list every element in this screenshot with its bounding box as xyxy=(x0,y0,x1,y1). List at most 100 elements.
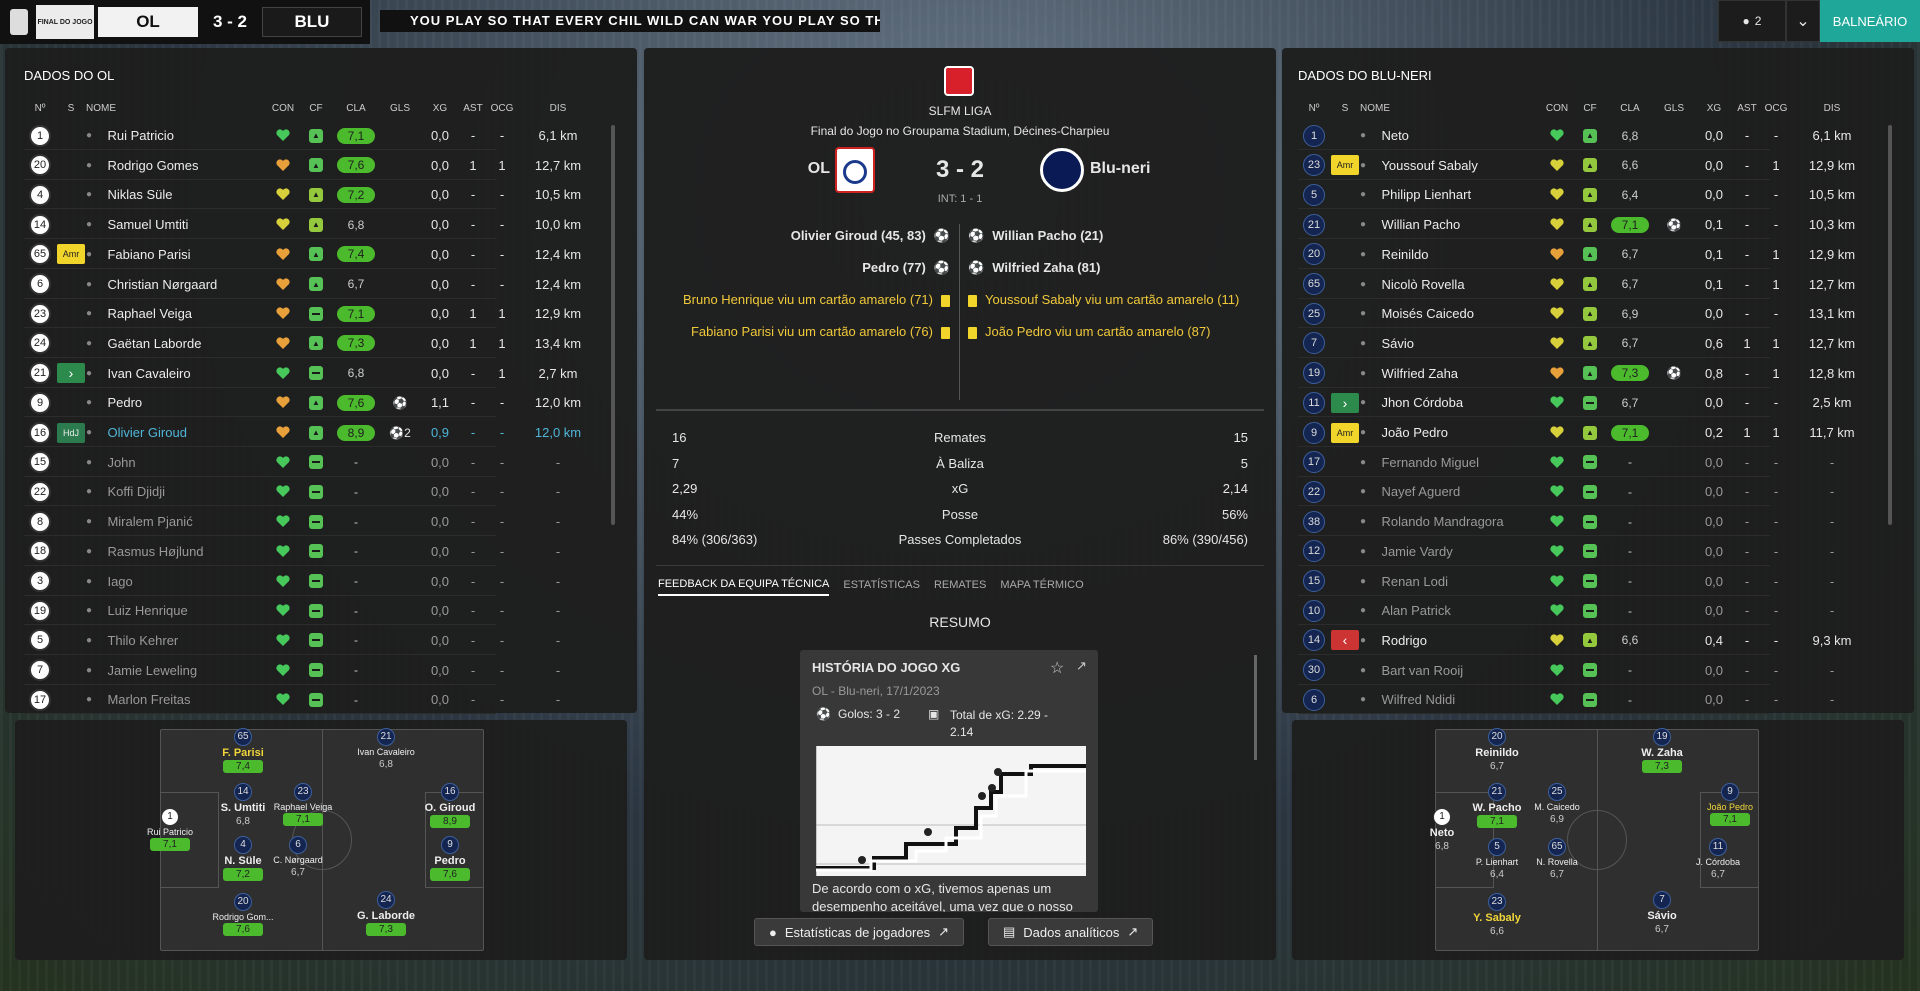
player-row[interactable]: 8 ● Miralem Pjanić - 0,0 - - - xyxy=(24,508,560,537)
thumbs-up-icon: ▲ xyxy=(309,395,323,410)
formation-player[interactable]: 7 Sávio 6,7 xyxy=(1612,891,1712,936)
player-row[interactable]: 22 ● Nayef Aguerd - 0,0 - - - xyxy=(1298,478,1834,507)
player-row[interactable]: 6 ● Wilfred Ndidi - 0,0 - - - xyxy=(1298,686,1834,715)
player-row[interactable]: 19 ● Wilfried Zaha ▲ 7,3 ⚽ 0,8 - 1 12,8 km xyxy=(1298,360,1855,388)
player-row[interactable]: 65 ● Nicolò Rovella ▲ 6,7 0,1 - 1 12,7 km xyxy=(1298,271,1855,299)
tab-2[interactable]: REMATES xyxy=(934,579,986,595)
tab-0[interactable]: FEEDBACK DA EQUIPA TÉCNICA xyxy=(658,578,830,596)
formation-player[interactable]: 6 C. Nørgaard 6,7 xyxy=(248,836,348,879)
heart-icon xyxy=(1550,515,1564,529)
rating-cell: - xyxy=(332,632,380,648)
player-name: Pedro xyxy=(107,395,143,411)
formation-player[interactable]: 65 F. Parisi 7,4 xyxy=(193,728,293,773)
player-row[interactable]: 18 ● Rasmus Højlund - 0,0 - - - xyxy=(24,538,560,566)
player-row[interactable]: 9 ● Pedro ▲ 7,6 ⚽ 1,1 - - 12,0 km xyxy=(24,389,581,418)
player-row[interactable]: 23 Amr ● Youssouf Sabaly ▲ 6,6 0,0 - 1 12,9 km xyxy=(1298,152,1855,180)
scrollbar[interactable] xyxy=(1254,655,1257,760)
formation-player[interactable]: 20 Rodrigo Gom... 7,6 xyxy=(193,893,293,936)
player-row[interactable]: 38 ● Rolando Mandragora - 0,0 - - - xyxy=(1298,508,1834,537)
player-row[interactable]: 1 ● Neto ▲ 6,8 0,0 - - 6,1 km xyxy=(1298,122,1852,150)
player-stats-button[interactable]: ● Estatísticas de jogadores ↗ xyxy=(754,918,965,946)
player-row[interactable]: 21 ● Willian Pacho ▲ 7,1 ⚽ 0,1 - - 10,3 km xyxy=(1298,211,1855,240)
player-row[interactable]: 5 ● Philipp Lienhart ▲ 6,4 0,0 - - 10,5 km xyxy=(1298,181,1855,210)
player-row[interactable]: 20 ● Reinildo ▲ 6,7 0,1 - 1 12,9 km xyxy=(1298,241,1855,269)
player-row[interactable]: 25 ● Moisés Caicedo ▲ 6,9 0,0 - - 13,1 km xyxy=(1298,300,1855,329)
rating-cell: - xyxy=(1606,573,1654,589)
ast-cell: 1 xyxy=(1743,425,1751,440)
formation-player[interactable]: 24 G. Laborde 7,3 xyxy=(336,891,436,936)
heart-icon xyxy=(276,633,290,647)
ocg-cell: - xyxy=(1773,454,1779,470)
formation-player[interactable]: 16 O. Giroud 8,9 xyxy=(400,783,500,828)
formation-player[interactable]: 21 Ivan Cavaleiro 6,8 xyxy=(336,728,436,771)
heart-icon xyxy=(276,158,290,172)
dis-cell: 11,7 km xyxy=(1809,425,1855,440)
player-row[interactable]: 5 ● Thilo Kehrer - 0,0 - - - xyxy=(24,627,560,655)
ocg-cell: - xyxy=(499,217,505,233)
formation-player[interactable]: 25 M. Caicedo 6,9 xyxy=(1507,783,1607,826)
player-row[interactable]: 65 Amr ● Fabiano Parisi ▲ 7,4 0,0 - - 12,4 km xyxy=(24,241,581,269)
dropdown-button[interactable]: ⌄ xyxy=(1786,0,1820,42)
shirt-number-badge: 6 xyxy=(289,836,307,854)
formation-player[interactable]: 11 J. Córdoba 6,7 xyxy=(1668,838,1768,881)
person-icon: ● xyxy=(1360,337,1367,349)
formation-player[interactable]: 9 Pedro 7,6 xyxy=(400,836,500,881)
tab-3[interactable]: MAPA TÉRMICO xyxy=(1000,579,1083,595)
player-row[interactable]: 12 ● Jamie Vardy - 0,0 - - - xyxy=(1298,538,1834,566)
player-row[interactable]: 6 ● Christian Nørgaard ▲ 6,7 0,0 - - 12,4 km xyxy=(24,271,581,299)
player-row[interactable]: 17 ● Fernando Miguel - 0,0 - - - xyxy=(1298,449,1834,477)
player-row[interactable]: 15 ● Renan Lodi - 0,0 - - - xyxy=(1298,568,1834,596)
neutral-icon xyxy=(309,574,323,588)
player-row[interactable]: 1 ● Rui Patricio ▲ 7,1 0,0 - - 6,1 km xyxy=(24,122,578,150)
form-cell xyxy=(1574,514,1606,529)
analytics-button[interactable]: ▤ Dados analíticos ↗ xyxy=(988,918,1154,946)
player-row[interactable]: 3 ● Iago - 0,0 - - - xyxy=(24,568,560,596)
ast-cell: - xyxy=(1744,632,1750,648)
player-row[interactable]: 16 HdJ ● Olivier Giroud ▲ 8,9 ⚽2 0,9 - - 12,0 km xyxy=(24,419,581,447)
balneario-button[interactable]: BALNEÁRIO xyxy=(1820,0,1920,42)
users-button[interactable]: ● 2 xyxy=(1718,0,1786,42)
formation-player[interactable]: 23 Y. Sabaly 6,6 xyxy=(1447,893,1547,938)
formation-player-rating: 6,7 xyxy=(1711,869,1725,880)
home-table-scrollbar[interactable] xyxy=(611,125,615,525)
neutral-icon xyxy=(309,633,323,648)
expand-icon[interactable]: ↗ xyxy=(1076,658,1087,674)
star-icon[interactable]: ☆ xyxy=(1050,658,1064,678)
formation-player-name: João Pedro xyxy=(1706,802,1754,812)
ocg-cell: - xyxy=(1773,128,1779,143)
formation-player[interactable]: 65 N. Rovella 6,7 xyxy=(1507,838,1607,881)
neutral-icon xyxy=(1583,455,1597,470)
player-row[interactable]: 7 ● Jamie Leweling - 0,0 - - - xyxy=(24,657,560,685)
formation-player[interactable]: 9 João Pedro 7,1 xyxy=(1680,783,1780,826)
player-row[interactable]: 4 ● Niklas Süle ▲ 7,2 0,0 - - 10,5 km xyxy=(24,181,581,210)
player-row[interactable]: 15 ● John - 0,0 - - - xyxy=(24,449,560,477)
player-row[interactable]: 22 ● Koffi Djidji - 0,0 - - - xyxy=(24,478,560,507)
formation-player[interactable]: 23 Raphael Veiga 7,1 xyxy=(253,783,353,826)
player-row[interactable]: 7 ● Sávio ▲ 6,7 0,6 1 1 12,7 km xyxy=(1298,330,1855,358)
away-table-scrollbar[interactable] xyxy=(1888,125,1892,525)
thumbs-up-icon: ▲ xyxy=(309,425,323,440)
formation-player[interactable]: 19 W. Zaha 7,3 xyxy=(1612,728,1712,773)
player-row[interactable]: 24 ● Gaëtan Laborde ▲ 7,3 0,0 1 1 13,4 km xyxy=(24,330,581,358)
away-table-header: Nº S NOME CON CF CLA GLS XG AST OCG DIS xyxy=(1298,101,1872,115)
shirt-number-badge: 24 xyxy=(377,891,395,909)
player-row[interactable]: 9 Amr ● João Pedro ▲ 7,1 0,2 1 1 11,7 km xyxy=(1298,419,1855,447)
player-row[interactable]: 30 ● Bart van Rooij - 0,0 - - - xyxy=(1298,657,1834,685)
ast-cell: - xyxy=(470,603,476,619)
player-row[interactable]: 17 ● Marlon Freitas - 0,0 - - - xyxy=(24,686,560,715)
player-row[interactable]: 14 ‹ ● Rodrigo ▲ 6,6 0,4 - - 9,3 km xyxy=(1298,627,1852,655)
player-row[interactable]: 14 ● Samuel Umtiti ▲ 6,8 0,0 - - 10,0 km xyxy=(24,211,581,240)
player-row[interactable]: 23 ● Raphael Veiga 7,1 0,0 1 1 12,9 km xyxy=(24,300,581,329)
player-row[interactable]: 20 ● Rodrigo Gomes ▲ 7,6 0,0 1 1 12,7 km xyxy=(24,152,581,180)
player-row[interactable]: 19 ● Luiz Henrique - 0,0 - - - xyxy=(24,597,560,626)
neutral-icon xyxy=(1583,663,1597,678)
formation-player[interactable]: 20 Reinildo 6,7 xyxy=(1447,728,1547,773)
player-row[interactable]: 21 › ● Ivan Cavaleiro 6,8 0,0 - 1 2,7 km xyxy=(24,360,578,388)
thumbs-up-icon: ▲ xyxy=(1583,247,1597,262)
formation-player-rating: 7,3 xyxy=(1642,760,1682,773)
person-icon: ● xyxy=(86,486,93,498)
player-row[interactable]: 11 › ● Jhon Córdoba 6,7 0,0 - - 2,5 km xyxy=(1298,389,1852,418)
player-row[interactable]: 10 ● Alan Patrick - 0,0 - - - xyxy=(1298,597,1834,626)
tab-1[interactable]: ESTATÍSTICAS xyxy=(843,579,920,595)
person-icon: ● xyxy=(1360,664,1367,676)
